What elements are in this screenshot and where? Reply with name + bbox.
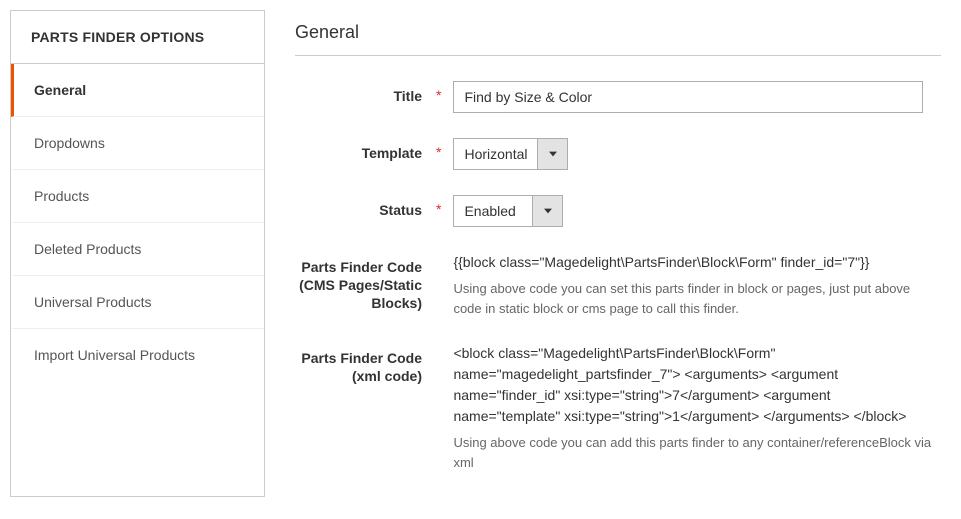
sidebar-item-universal-products[interactable]: Universal Products	[11, 276, 264, 329]
sidebar-item-label: Universal Products	[34, 294, 152, 310]
label-title: Title	[393, 87, 422, 105]
status-select-value: Enabled	[454, 196, 532, 226]
field-row-status: Status * Enabled	[295, 195, 941, 227]
sidebar-item-products[interactable]: Products	[11, 170, 264, 223]
xml-code-value: <block class="Magedelight\PartsFinder\Bl…	[453, 343, 941, 427]
title-input[interactable]	[453, 81, 923, 113]
sidebar-item-import-universal-products[interactable]: Import Universal Products	[11, 329, 264, 381]
template-select-value: Horizontal	[454, 139, 537, 169]
template-select[interactable]: Horizontal	[453, 138, 568, 170]
sidebar-item-label: Dropdowns	[34, 135, 105, 151]
caret-down-icon	[544, 207, 552, 215]
caret-down-icon	[549, 150, 557, 158]
sidebar-header: PARTS FINDER OPTIONS	[11, 11, 264, 64]
label-template: Template	[362, 144, 422, 162]
label-xml-code: Parts Finder Code (xml code)	[295, 349, 422, 385]
status-select[interactable]: Enabled	[453, 195, 563, 227]
sidebar-item-dropdowns[interactable]: Dropdowns	[11, 117, 264, 170]
sidebar: PARTS FINDER OPTIONS General Dropdowns P…	[10, 10, 265, 497]
field-row-title: Title *	[295, 81, 941, 113]
template-select-button[interactable]	[537, 139, 567, 169]
sidebar-item-deleted-products[interactable]: Deleted Products	[11, 223, 264, 276]
field-row-template: Template * Horizontal	[295, 138, 941, 170]
xml-code-help: Using above code you can add this parts …	[453, 433, 941, 472]
cms-code-help: Using above code you can set this parts …	[453, 279, 941, 318]
layout: PARTS FINDER OPTIONS General Dropdowns P…	[10, 10, 951, 497]
sidebar-item-label: Products	[34, 188, 89, 204]
label-status: Status	[379, 201, 422, 219]
sidebar-item-label: Deleted Products	[34, 241, 141, 257]
status-select-button[interactable]	[532, 196, 562, 226]
sidebar-item-label: General	[34, 82, 86, 98]
field-row-xml-code: Parts Finder Code (xml code) * <block cl…	[295, 343, 941, 472]
main-content: General Title * Template * Horizontal	[295, 10, 951, 497]
field-row-cms-code: Parts Finder Code (CMS Pages/Static Bloc…	[295, 252, 941, 318]
sidebar-item-general[interactable]: General	[11, 64, 264, 117]
label-cms-code: Parts Finder Code (CMS Pages/Static Bloc…	[295, 258, 422, 313]
cms-code-value: {{block class="Magedelight\PartsFinder\B…	[453, 252, 941, 273]
section-title: General	[295, 10, 941, 56]
sidebar-item-label: Import Universal Products	[34, 347, 195, 363]
